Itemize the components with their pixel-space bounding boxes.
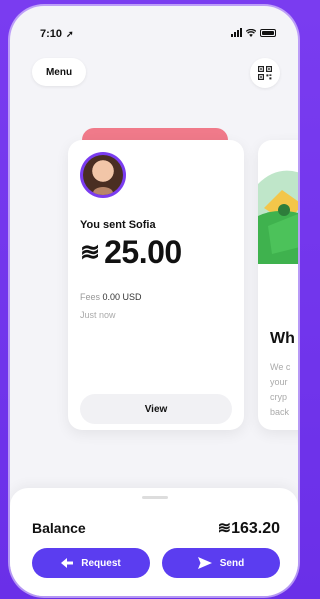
fees-row: Fees 0.00 USD — [80, 292, 142, 302]
transaction-time: Just now — [80, 310, 116, 320]
battery-icon — [260, 28, 276, 37]
next-card-title: Wh — [270, 330, 295, 347]
signal-icon — [231, 28, 242, 37]
transaction-card[interactable]: You sent Sofia ≋ 25.00 Fees 0.00 USD Jus… — [68, 140, 244, 430]
avatar — [80, 152, 126, 198]
location-arrow-icon: ➚ — [66, 29, 74, 39]
balance-value: ≋163.20 — [217, 520, 280, 537]
drag-handle[interactable] — [142, 496, 168, 499]
amount-row: ≋ 25.00 — [80, 234, 182, 271]
status-bar: 7:10 ➚ — [10, 6, 298, 46]
send-icon — [197, 557, 212, 569]
balance-label: Balance — [32, 520, 86, 536]
qr-code-icon — [258, 66, 272, 80]
send-button[interactable]: Send — [162, 548, 280, 578]
avatar-photo — [83, 155, 123, 195]
fees-label: Fees — [80, 292, 101, 302]
next-card[interactable]: Wh We c your cryp back — [258, 140, 298, 430]
phone-frame: 7:10 ➚ Menu You sent Sofia ≋ 25.00 Fees … — [10, 6, 298, 596]
balance-sheet[interactable]: Balance ≋163.20 Request Send — [10, 488, 298, 596]
fees-value: 0.00 USD — [102, 292, 142, 302]
qr-code-button[interactable] — [250, 58, 280, 88]
currency-icon: ≋ — [80, 239, 101, 266]
next-card-text: We c your cryp back — [270, 360, 298, 420]
status-icons — [231, 28, 276, 37]
wifi-icon — [246, 28, 256, 37]
sent-label: You sent Sofia — [80, 219, 156, 231]
send-label: Send — [219, 557, 245, 569]
request-arrow-icon — [61, 558, 74, 568]
landscape-illustration-icon — [258, 154, 298, 264]
request-label: Request — [81, 557, 121, 569]
next-card-line: cryp — [270, 392, 288, 402]
next-card-line: We c — [270, 362, 291, 372]
amount-value: 25.00 — [104, 234, 182, 270]
next-card-line: your — [270, 377, 288, 387]
request-button[interactable]: Request — [32, 548, 150, 578]
menu-button[interactable]: Menu — [32, 58, 86, 86]
view-button[interactable]: View — [80, 394, 232, 424]
status-time-text: 7:10 — [40, 28, 63, 40]
status-time: 7:10 ➚ — [40, 28, 74, 40]
next-card-line: back — [270, 407, 290, 417]
